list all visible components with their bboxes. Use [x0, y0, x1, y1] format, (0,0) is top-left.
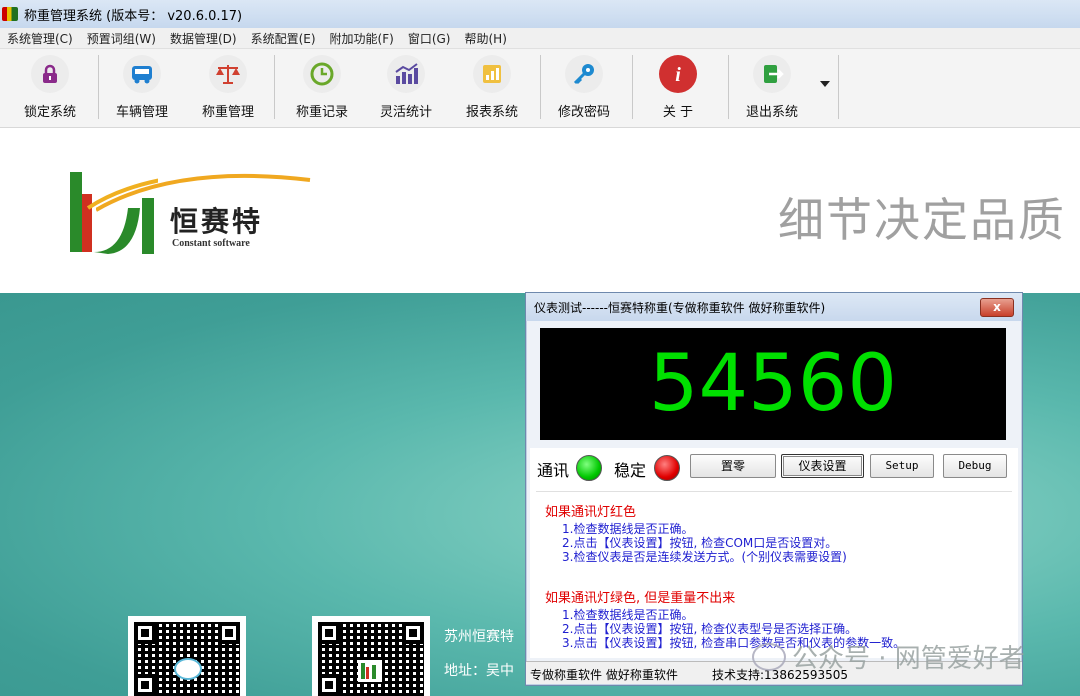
wechat-icon — [752, 642, 786, 671]
toolbar-separator — [632, 55, 633, 119]
qr-code-right — [312, 616, 430, 696]
divider — [536, 491, 1012, 492]
chart-icon — [387, 55, 425, 93]
key-icon — [565, 55, 603, 93]
scale-icon — [209, 55, 247, 93]
change-password-button[interactable]: 修改密码 — [552, 53, 616, 123]
truck-icon — [123, 55, 161, 93]
toolbar-separator — [838, 55, 839, 119]
help-line: 3.检查仪表是否是连续发送方式。(个别仪表需要设置) — [562, 550, 847, 564]
status-slogan: 专做称重软件 做好称重软件 — [530, 668, 678, 682]
menu-system[interactable]: 系统管理(C) — [0, 30, 80, 47]
toolbar-overflow-arrow-icon[interactable] — [820, 81, 830, 87]
menu-data[interactable]: 数据管理(D) — [163, 30, 244, 47]
company-address: 地址：吴中 — [444, 663, 514, 679]
setup-button[interactable]: Setup — [870, 454, 934, 478]
close-button[interactable]: x — [980, 298, 1014, 317]
logo-text: 恒赛特 — [170, 205, 264, 238]
app-icon — [2, 7, 18, 21]
toolbar-separator — [98, 55, 99, 119]
window-title: 称重管理系统 (版本号： v20.6.0.17) — [24, 8, 243, 24]
menu-addons[interactable]: 附加功能(F) — [323, 30, 401, 47]
vehicle-management-button[interactable]: 车辆管理 — [110, 53, 174, 123]
menu-config[interactable]: 系统配置(E) — [244, 30, 323, 47]
company-name: 苏州恒赛特 — [444, 629, 514, 645]
comm-label: 通讯 — [537, 461, 570, 480]
help-title-green: 如果通讯灯绿色, 但是重量不出来 — [545, 591, 736, 606]
lock-system-button[interactable]: 锁定系统 — [18, 53, 82, 123]
qr-code-left — [128, 616, 246, 696]
menu-window[interactable]: 窗口(G) — [401, 30, 458, 47]
logo-small-icon — [358, 660, 382, 682]
weight-reading: 54560 — [648, 339, 898, 429]
weighing-records-button[interactable]: 称重记录 — [290, 53, 354, 123]
lock-icon — [31, 55, 69, 93]
help-line: 2.点击【仪表设置】按钮, 检查COM口是否设置对。 — [562, 536, 838, 550]
comm-indicator-icon — [576, 455, 602, 481]
dialog-title: 仪表测试------恒赛特称重(专做称重软件 做好称重软件) — [534, 301, 826, 315]
toolbar-separator — [274, 55, 275, 119]
cloud-icon — [174, 658, 202, 680]
toolbar-separator — [728, 55, 729, 119]
stable-label: 稳定 — [614, 461, 647, 480]
watermark: 公众号 · 网管爱好者 — [752, 638, 1025, 675]
toolbar-separator — [540, 55, 541, 119]
slogan: 细节决定品质 — [778, 193, 1066, 247]
logo-subtext: Constant software — [172, 238, 250, 249]
weighing-management-button[interactable]: 称重管理 — [196, 53, 260, 123]
help-line: 2.点击【仪表设置】按钮, 检查仪表型号是否选择正确。 — [562, 622, 858, 636]
report-icon — [473, 55, 511, 93]
exit-system-button[interactable]: 退出系统 — [740, 53, 804, 123]
title-bar: 称重管理系统 (版本号： v20.6.0.17) — [0, 0, 1080, 28]
meter-test-dialog: 仪表测试------恒赛特称重(专做称重软件 做好称重软件) x 54560 通… — [525, 292, 1023, 686]
meter-settings-button[interactable]: 仪表设置 — [781, 454, 864, 478]
help-line: 1.检查数据线是否正确。 — [562, 522, 694, 536]
menu-presets[interactable]: 预置词组(W) — [80, 30, 163, 47]
watermark-text: 公众号 · 网管爱好者 — [792, 644, 1025, 674]
stable-indicator-icon — [654, 455, 680, 481]
exit-icon — [753, 55, 791, 93]
zero-button[interactable]: 置零 — [690, 454, 776, 478]
debug-button[interactable]: Debug — [943, 454, 1007, 478]
svg-text:i: i — [675, 64, 681, 86]
help-line: 1.检查数据线是否正确。 — [562, 608, 694, 622]
dialog-title-bar[interactable]: 仪表测试------恒赛特称重(专做称重软件 做好称重软件) x — [526, 293, 1022, 321]
flexible-statistics-button[interactable]: 灵活统计 — [374, 53, 438, 123]
report-system-button[interactable]: 报表系统 — [460, 53, 524, 123]
about-button[interactable]: i 关 于 — [646, 53, 710, 123]
menu-help[interactable]: 帮助(H) — [458, 30, 514, 47]
help-title-red: 如果通讯灯红色 — [545, 505, 637, 520]
info-icon: i — [659, 55, 697, 93]
toolbar: 锁定系统 车辆管理 称重管理 称重记录 灵活统计 报表系统 修改密码 i 关 于… — [0, 49, 1080, 128]
weight-display: 54560 — [540, 328, 1006, 440]
clock-icon — [303, 55, 341, 93]
menu-bar: 系统管理(C) 预置词组(W) 数据管理(D) 系统配置(E) 附加功能(F) … — [0, 28, 1080, 49]
